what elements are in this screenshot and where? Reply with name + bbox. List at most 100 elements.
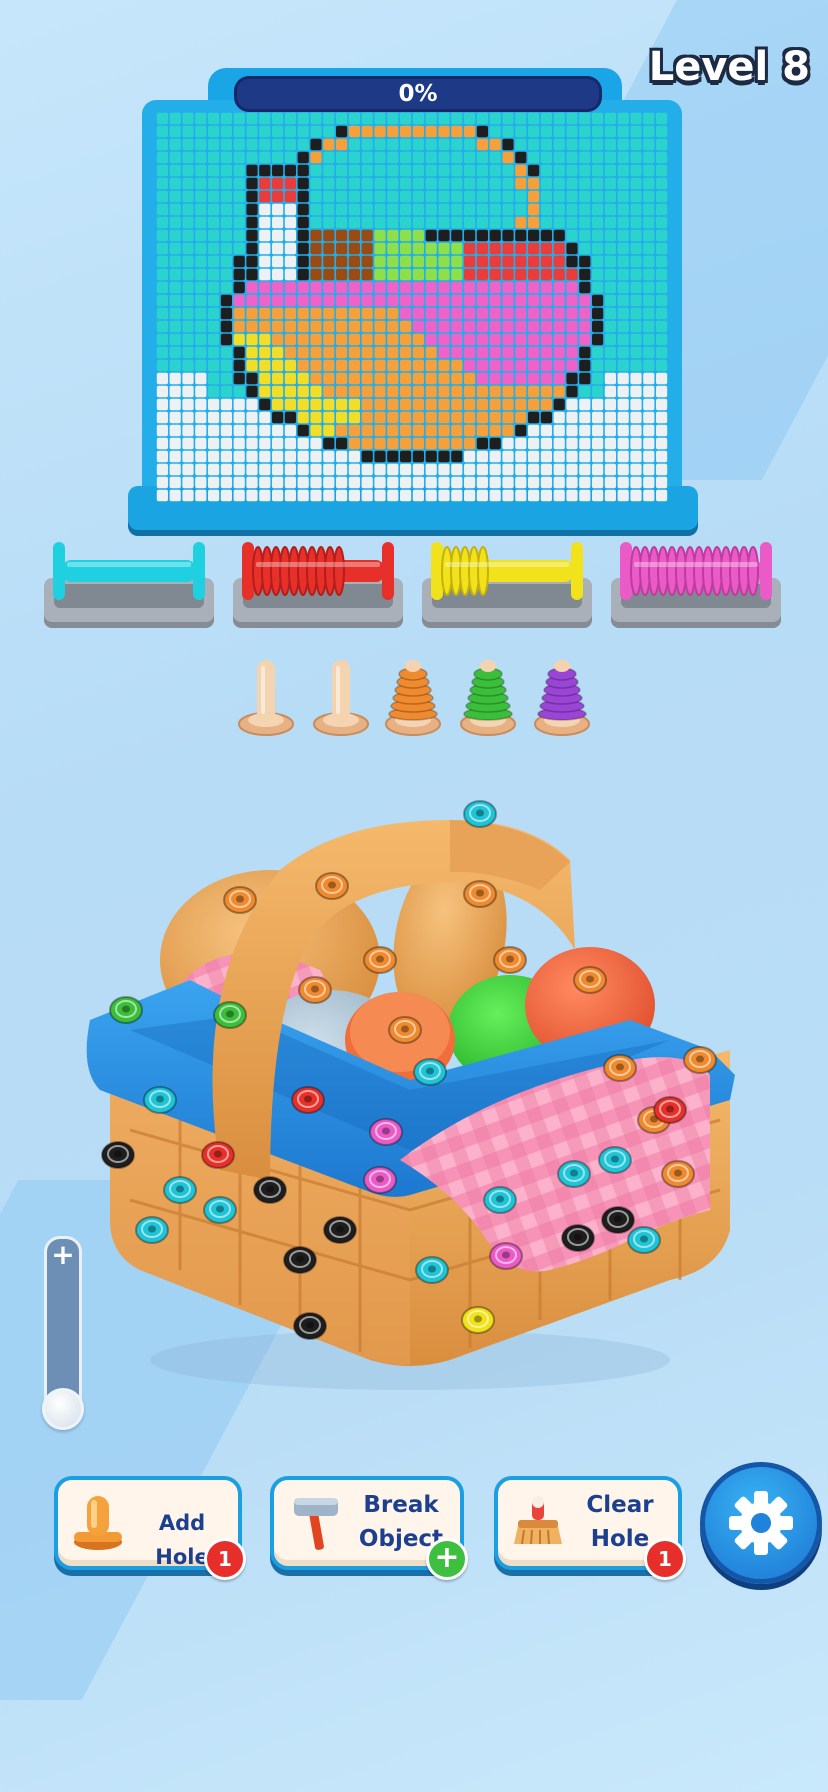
pixel-cell <box>540 398 552 411</box>
pixel-cell <box>476 320 488 333</box>
pixel-cell <box>656 489 668 502</box>
settings-button[interactable] <box>700 1462 822 1584</box>
pixel-cell <box>220 242 232 255</box>
pixel-cell <box>502 307 514 320</box>
screw-hole[interactable] <box>601 1206 635 1234</box>
screw-hole[interactable] <box>323 1216 357 1244</box>
pixel-cell <box>540 229 552 242</box>
screw-hole[interactable] <box>291 1086 325 1114</box>
screw-hole[interactable] <box>253 1176 287 1204</box>
pixel-cell <box>208 450 220 463</box>
pixel-cell <box>438 489 450 502</box>
pixel-cell <box>502 190 514 203</box>
screw-hole[interactable] <box>223 886 257 914</box>
screw-hole[interactable] <box>557 1160 591 1188</box>
pixel-cell <box>579 424 591 437</box>
pixel-cell <box>553 229 565 242</box>
screw-hole[interactable] <box>463 800 497 828</box>
screw-hole[interactable] <box>143 1086 177 1114</box>
pixel-cell <box>656 112 668 125</box>
thread-spool-pink[interactable] <box>616 538 776 608</box>
screw-hole[interactable] <box>463 880 497 908</box>
screw-hole[interactable] <box>683 1046 717 1074</box>
pixel-cell <box>336 411 348 424</box>
screw-hole[interactable] <box>561 1224 595 1252</box>
empty-peg[interactable] <box>311 656 371 736</box>
screw-hole[interactable] <box>573 966 607 994</box>
pixel-cell <box>425 229 437 242</box>
pixel-cell <box>592 398 604 411</box>
screw-hole[interactable] <box>603 1054 637 1082</box>
pixel-cell <box>348 450 360 463</box>
screw-hole[interactable] <box>363 1166 397 1194</box>
empty-peg[interactable] <box>236 656 296 736</box>
threaded-peg[interactable] <box>383 656 443 736</box>
screw-hole[interactable] <box>627 1226 661 1254</box>
pixel-cell <box>643 281 655 294</box>
thread-spool-red[interactable] <box>238 538 398 608</box>
pixel-cell <box>592 359 604 372</box>
pixel-cell <box>208 177 220 190</box>
pixel-cell <box>297 463 309 476</box>
screw-hole[interactable] <box>363 946 397 974</box>
screw-hole[interactable] <box>315 872 349 900</box>
zoom-slider-knob[interactable] <box>42 1388 84 1430</box>
pixel-cell <box>323 281 335 294</box>
pixel-cell <box>528 190 540 203</box>
pixel-cell <box>540 424 552 437</box>
pixel-cell <box>604 463 616 476</box>
pixel-cell <box>515 229 527 242</box>
pixel-cell <box>412 268 424 281</box>
screw-hole[interactable] <box>135 1216 169 1244</box>
threaded-peg[interactable] <box>458 656 518 736</box>
pixel-cell <box>310 489 322 502</box>
pixel-cell <box>464 255 476 268</box>
screw-hole[interactable] <box>203 1196 237 1224</box>
screw-hole[interactable] <box>101 1141 135 1169</box>
pixel-cell <box>566 450 578 463</box>
pixel-cell <box>630 476 642 489</box>
pixel-cell <box>425 203 437 216</box>
screw-hole[interactable] <box>653 1096 687 1124</box>
screw-hole[interactable] <box>298 976 332 1004</box>
pixel-cell <box>374 320 386 333</box>
pixel-cell <box>336 424 348 437</box>
zoom-in-icon[interactable]: + <box>44 1240 82 1270</box>
pixel-cell <box>246 385 258 398</box>
pixel-cell <box>579 203 591 216</box>
pixel-cell <box>284 320 296 333</box>
pixel-cell <box>425 411 437 424</box>
pixel-cell <box>361 450 373 463</box>
screw-hole[interactable] <box>483 1186 517 1214</box>
pixel-cell <box>566 463 578 476</box>
screw-hole[interactable] <box>163 1176 197 1204</box>
screw-hole[interactable] <box>213 1001 247 1029</box>
pixel-cell <box>348 138 360 151</box>
screw-hole[interactable] <box>415 1256 449 1284</box>
pixel-cell <box>515 294 527 307</box>
pixel-cell <box>297 190 309 203</box>
pixel-cell <box>310 424 322 437</box>
screw-hole[interactable] <box>201 1141 235 1169</box>
pixel-cell <box>438 359 450 372</box>
screw-hole[interactable] <box>293 1312 327 1340</box>
pixel-cell <box>553 437 565 450</box>
screw-hole[interactable] <box>661 1160 695 1188</box>
screw-hole[interactable] <box>283 1246 317 1274</box>
screw-hole[interactable] <box>598 1146 632 1174</box>
picnic-basket-object[interactable] <box>70 800 750 1400</box>
pixel-cell <box>502 385 514 398</box>
screw-hole[interactable] <box>493 946 527 974</box>
pixel-cell <box>412 346 424 359</box>
screw-hole[interactable] <box>369 1118 403 1146</box>
screw-hole[interactable] <box>489 1242 523 1270</box>
screw-hole[interactable] <box>388 1016 422 1044</box>
thread-spool-yellow[interactable] <box>427 538 587 608</box>
threaded-peg[interactable] <box>532 656 592 736</box>
screw-hole[interactable] <box>461 1306 495 1334</box>
screw-hole[interactable] <box>413 1058 447 1086</box>
thread-spool-cyan[interactable] <box>49 538 209 608</box>
pixel-cell <box>208 346 220 359</box>
pixel-cell <box>323 411 335 424</box>
screw-hole[interactable] <box>109 996 143 1024</box>
